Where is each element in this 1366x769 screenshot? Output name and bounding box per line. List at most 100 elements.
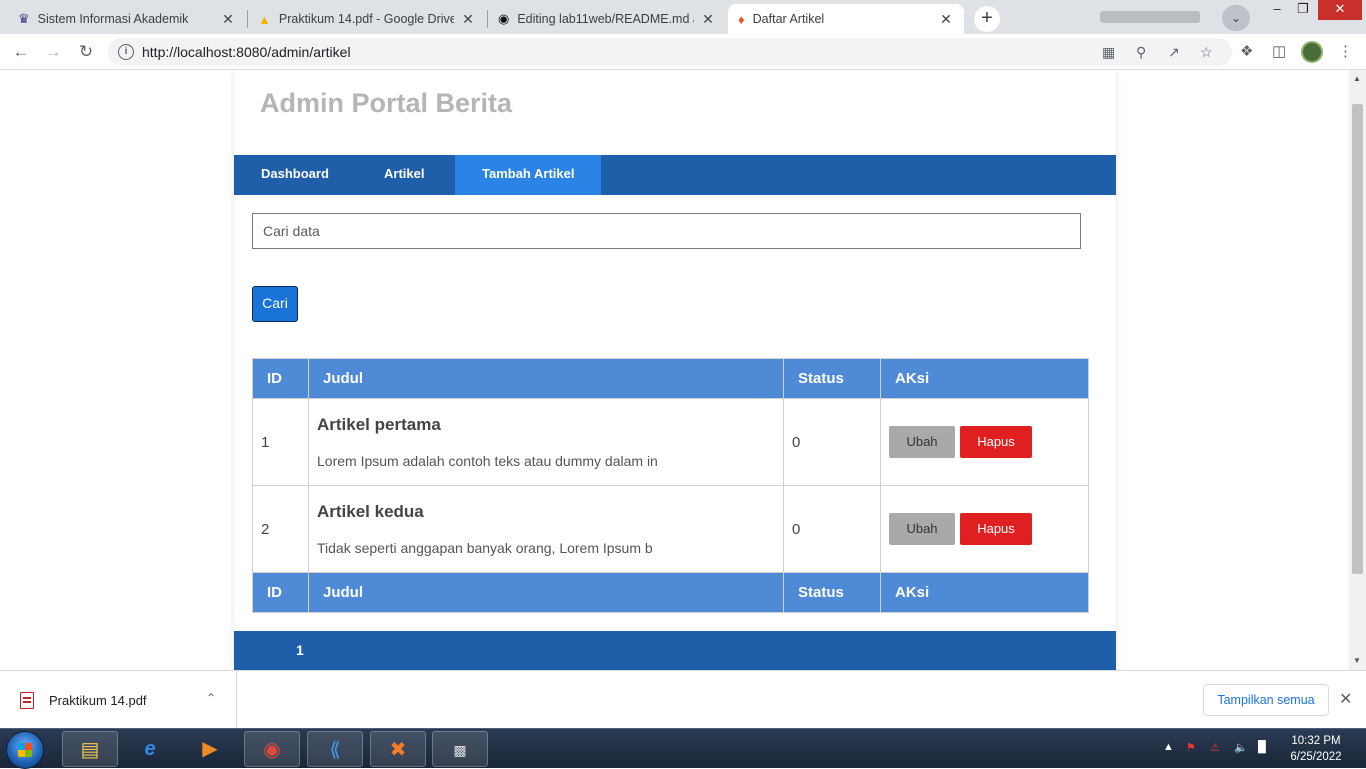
cell-judul: Artikel pertama Lorem Ipsum adalah conto… [308,398,784,486]
forward-icon[interactable]: → [42,41,64,63]
nav-artikel[interactable]: Artikel [357,155,451,195]
google-drive-icon: ▲ [258,11,271,27]
cell-judul: Artikel kedua Tidak seperti anggapan ban… [308,485,784,573]
tab-google-drive[interactable]: ▲ Praktikum 14.pdf - Google Drive ✕ [248,4,486,34]
article-title: Artikel kedua [317,502,424,521]
tab-search-button[interactable]: ⌄ [1222,5,1250,31]
chevron-up-icon[interactable]: ⌃ [206,691,216,705]
article-excerpt: Lorem Ipsum adalah contoh teks atau dumm… [317,453,658,469]
article-title: Artikel pertama [317,415,441,434]
footer-header-id: ID [252,572,309,613]
bookmark-star-icon[interactable]: ☆ [1200,44,1213,61]
tab-title: Daftar Artikel [752,12,825,26]
cell-status: 0 [783,398,881,486]
cell-aksi: Ubah Hapus [880,485,1089,573]
xampp-icon[interactable]: ✖ [370,731,426,767]
system-clock[interactable]: 10:32 PM 6/25/2022 [1286,733,1346,765]
url-text[interactable]: http://localhost:8080/admin/artikel [142,44,351,60]
windows-taskbar: ▤ e ▶ ◉ ⟪ ✖ ▩ ▲ ⚑ ⚠ 🔈 █ 10:32 PM 6/25/20… [0,728,1366,769]
new-tab-button[interactable]: + [974,6,1000,32]
column-header-aksi: AKsi [880,358,1089,399]
cell-aksi: Ubah Hapus [880,398,1089,486]
translate-icon[interactable]: ▦ [1102,44,1115,61]
window-close-button[interactable]: ✕ [1318,0,1362,20]
vscode-icon[interactable]: ⟪ [307,731,363,767]
download-file-name[interactable]: Praktikum 14.pdf [49,693,147,708]
close-icon[interactable]: ✕ [220,11,236,28]
page-container: Admin Portal Berita Dashboard Artikel Ta… [234,70,1116,670]
scroll-up-arrow-icon[interactable]: ▲ [1353,74,1361,83]
blurred-region [1100,11,1200,23]
volume-icon[interactable]: 🔈 [1234,741,1248,754]
close-icon[interactable]: ✕ [700,11,716,28]
column-header-judul: Judul [308,358,784,399]
cell-id: 1 [252,398,309,486]
pagination-prev[interactable]: ‹ [254,641,258,656]
start-button[interactable] [6,731,44,769]
file-explorer-icon[interactable]: ▤ [62,731,118,767]
site-title: Admin Portal Berita [260,88,513,118]
show-all-downloads-button[interactable]: Tampilkan semua [1203,684,1329,716]
footer-header-status: Status [783,572,881,613]
main-navbar: Dashboard Artikel Tambah Artikel [234,155,1116,195]
zoom-icon[interactable]: ⚲ [1136,44,1146,61]
tab-sistem-informasi[interactable]: ♛ Sistem Informasi Akademik ✕ [8,4,246,34]
edit-button[interactable]: Ubah [889,513,955,545]
column-header-status: Status [783,358,881,399]
tab-github-readme[interactable]: ◉ Editing lab11web/README.md at ✕ [488,4,726,34]
delete-button[interactable]: Hapus [960,426,1032,458]
github-icon: ◉ [498,11,510,26]
media-player-icon[interactable]: ▶ [182,731,238,767]
cell-status: 0 [783,485,881,573]
download-bar: Praktikum 14.pdf ⌃ Tampilkan semua ✕ [0,670,1366,729]
download-item[interactable]: Praktikum 14.pdf ⌃ [0,671,237,729]
tray-expand-icon[interactable]: ▲ [1163,741,1174,753]
articles-table: ID Judul Status AKsi 1 Artikel pertama L… [252,358,1089,613]
search-button[interactable]: Cari [252,286,298,322]
signal-icon[interactable]: █ [1258,741,1266,753]
column-header-id: ID [252,358,309,399]
tab-title: Sistem Informasi Akademik [37,12,189,26]
network-warning-icon[interactable]: ⚠ [1210,741,1220,754]
internet-explorer-icon[interactable]: e [122,731,178,767]
footer-header-judul: Judul [308,572,784,613]
codeigniter-flame-icon: ♦ [738,11,745,27]
scroll-down-arrow-icon[interactable]: ▼ [1353,656,1361,665]
delete-button[interactable]: Hapus [960,513,1032,545]
share-icon[interactable]: ↗ [1168,44,1180,61]
side-panel-icon[interactable]: ◫ [1272,42,1286,60]
nav-tambah-artikel[interactable]: Tambah Artikel [455,155,602,195]
pagination-page-1[interactable]: 1 [296,642,304,658]
page-scrollbar[interactable]: ▲ ▼ [1349,70,1366,670]
table-row: 2 Artikel kedua Tidak seperti anggapan b… [252,485,1089,573]
menu-kebab-icon[interactable]: ⋮ [1338,42,1353,60]
tab-daftar-artikel[interactable]: ♦ Daftar Artikel ✕ [728,4,964,34]
restore-button[interactable]: ❐ [1288,0,1318,20]
site-info-icon[interactable]: i [118,44,134,60]
scrollbar-thumb[interactable] [1352,104,1363,574]
command-prompt-icon[interactable]: ▩ [432,731,488,767]
reload-icon[interactable]: ↻ [75,41,97,63]
chrome-icon[interactable]: ◉ [244,731,300,767]
page-viewport: Admin Portal Berita Dashboard Artikel Ta… [0,70,1349,670]
security-flag-icon[interactable]: ⚑ [1186,741,1196,754]
edit-button[interactable]: Ubah [889,426,955,458]
profile-avatar[interactable] [1301,41,1323,63]
nav-dashboard[interactable]: Dashboard [234,155,356,195]
back-icon[interactable]: ← [10,41,32,63]
browser-tab-strip: ♛ Sistem Informasi Akademik ✕ ▲ Praktiku… [0,0,1366,34]
browser-toolbar: ← → ↻ i http://localhost:8080/admin/arti… [0,34,1366,70]
tab-title: Praktikum 14.pdf - Google Drive [278,12,454,26]
clock-time: 10:32 PM [1291,735,1341,747]
close-icon[interactable]: ✕ [460,11,476,28]
pagination-bar: ‹ 1 [234,631,1116,670]
close-icon[interactable]: ✕ [1339,689,1352,709]
extensions-icon[interactable]: ❖ [1240,42,1253,60]
search-input[interactable]: Cari data [252,213,1081,249]
address-bar[interactable]: i http://localhost:8080/admin/artikel ▦ … [108,38,1232,66]
close-icon[interactable]: ✕ [938,11,954,28]
table-row: 1 Artikel pertama Lorem Ipsum adalah con… [252,398,1089,486]
article-excerpt: Tidak seperti anggapan banyak orang, Lor… [317,540,653,556]
university-icon: ♛ [18,11,30,26]
clock-date: 6/25/2022 [1290,751,1342,763]
